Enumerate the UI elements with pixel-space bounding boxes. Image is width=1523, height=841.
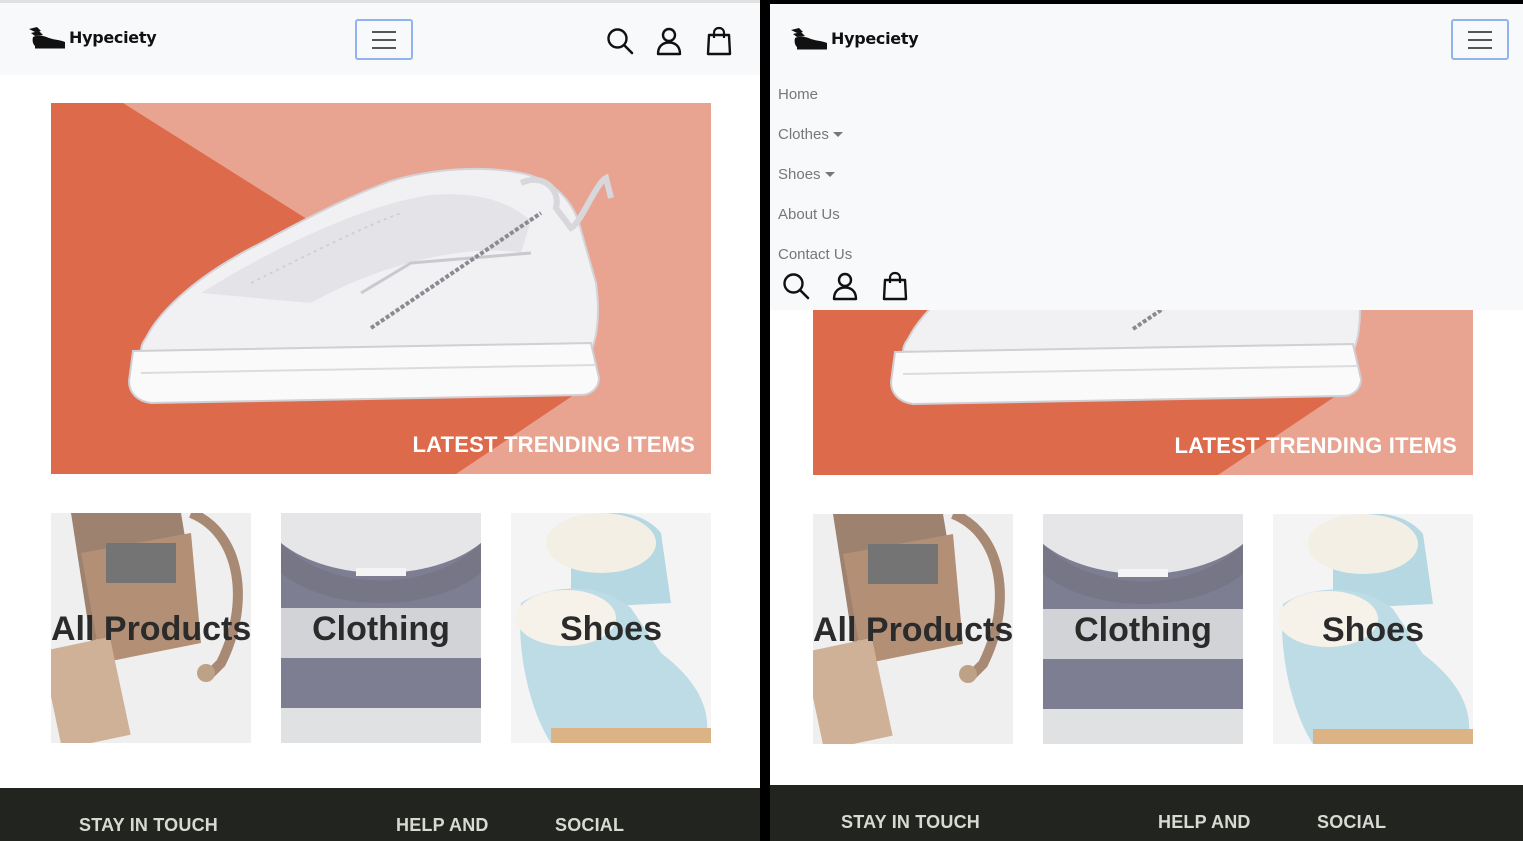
nav-menu: Home Clothes Shoes About Us Contact Us xyxy=(778,74,852,274)
navbar: Hypeciety xyxy=(0,3,760,75)
tile-label: All Products xyxy=(51,610,251,648)
navbar-toggler-button[interactable] xyxy=(1451,19,1509,60)
category-tiles: All Products Clothing Shoes xyxy=(813,514,1473,744)
hamburger-bar xyxy=(372,38,396,41)
hamburger-bar xyxy=(372,46,396,49)
brand-logo[interactable]: Hypeciety xyxy=(789,24,919,52)
nav-item-clothes[interactable]: Clothes xyxy=(778,114,852,154)
nav-item-shoes[interactable]: Shoes xyxy=(778,154,852,194)
search-icon[interactable] xyxy=(605,26,635,56)
shopping-bag-icon[interactable] xyxy=(880,271,910,301)
caret-down-icon xyxy=(824,172,835,177)
navbar-toggler-button[interactable] xyxy=(355,19,413,60)
footer-heading-stay-in-touch: STAY IN TOUCH xyxy=(79,815,218,835)
nav-item-home[interactable]: Home xyxy=(778,74,852,114)
user-icon[interactable] xyxy=(654,26,684,56)
shopping-bag-icon[interactable] xyxy=(704,26,734,56)
caret-down-icon xyxy=(832,132,843,137)
hamburger-bar xyxy=(1468,46,1492,49)
nav-item-about-us[interactable]: About Us xyxy=(778,194,852,234)
tile-label: Clothing xyxy=(312,610,450,648)
category-tile-clothing[interactable]: Clothing xyxy=(1043,514,1243,744)
category-tile-clothing[interactable]: Clothing xyxy=(281,513,481,743)
footer: STAY IN TOUCH HELP AND SOCIAL xyxy=(0,788,760,841)
user-icon[interactable] xyxy=(830,271,860,301)
hamburger-bar xyxy=(1468,38,1492,41)
comparison-stage: Hypeciety LATEST TRENDING ITEMS All Prod… xyxy=(0,0,1523,841)
nav-item-label: Contact Us xyxy=(778,245,853,263)
hamburger-bar xyxy=(372,30,396,33)
nav-item-label: Clothes xyxy=(778,125,829,143)
winged-shoe-icon xyxy=(791,28,827,50)
nav-item-label: Shoes xyxy=(778,165,821,183)
category-tile-shoes[interactable]: Shoes xyxy=(1273,514,1473,744)
footer-heading-social: SOCIAL xyxy=(1317,812,1387,832)
category-tile-all-products[interactable]: All Products xyxy=(51,513,251,743)
brand-name: Hypeciety xyxy=(69,27,157,47)
search-icon[interactable] xyxy=(781,271,811,301)
footer-heading-help: HELP AND xyxy=(396,815,489,835)
brand-name: Hypeciety xyxy=(831,28,919,48)
navbar-expanded: Hypeciety Home Clothes Shoes About Us Co… xyxy=(770,4,1523,310)
tile-label: Shoes xyxy=(559,610,663,648)
nav-item-label: Home xyxy=(778,85,819,103)
category-tile-all-products[interactable]: All Products xyxy=(813,514,1013,744)
tile-label: Clothing xyxy=(1074,611,1212,649)
hero-caption: LATEST TRENDING ITEMS xyxy=(412,432,695,457)
footer-heading-social: SOCIAL xyxy=(555,815,625,835)
category-tile-shoes[interactable]: Shoes xyxy=(511,513,711,743)
brand-logo[interactable]: Hypeciety xyxy=(27,23,157,51)
category-tiles: All Products Clothing Shoes xyxy=(51,513,711,743)
nav-item-contact-us[interactable]: Contact Us xyxy=(778,234,852,274)
hero-caption: LATEST TRENDING ITEMS xyxy=(1174,433,1457,458)
nav-item-label: About Us xyxy=(778,205,840,223)
hero-banner[interactable]: LATEST TRENDING ITEMS xyxy=(51,103,711,474)
footer-heading-help: HELP AND xyxy=(1158,812,1251,832)
collapsed-menu-view: Hypeciety LATEST TRENDING ITEMS All Prod… xyxy=(0,0,760,841)
footer-heading-stay-in-touch: STAY IN TOUCH xyxy=(841,812,980,832)
footer: STAY IN TOUCH HELP AND SOCIAL xyxy=(770,785,1523,841)
hamburger-bar xyxy=(1468,30,1492,33)
expanded-menu-view: LATEST TRENDING ITEMS Hypeciety Home Clo xyxy=(770,4,1523,841)
sneaker-illustration xyxy=(51,103,711,474)
winged-shoe-icon xyxy=(29,27,65,49)
tile-label: Shoes xyxy=(1321,611,1425,649)
tile-label: All Products xyxy=(813,611,1013,649)
